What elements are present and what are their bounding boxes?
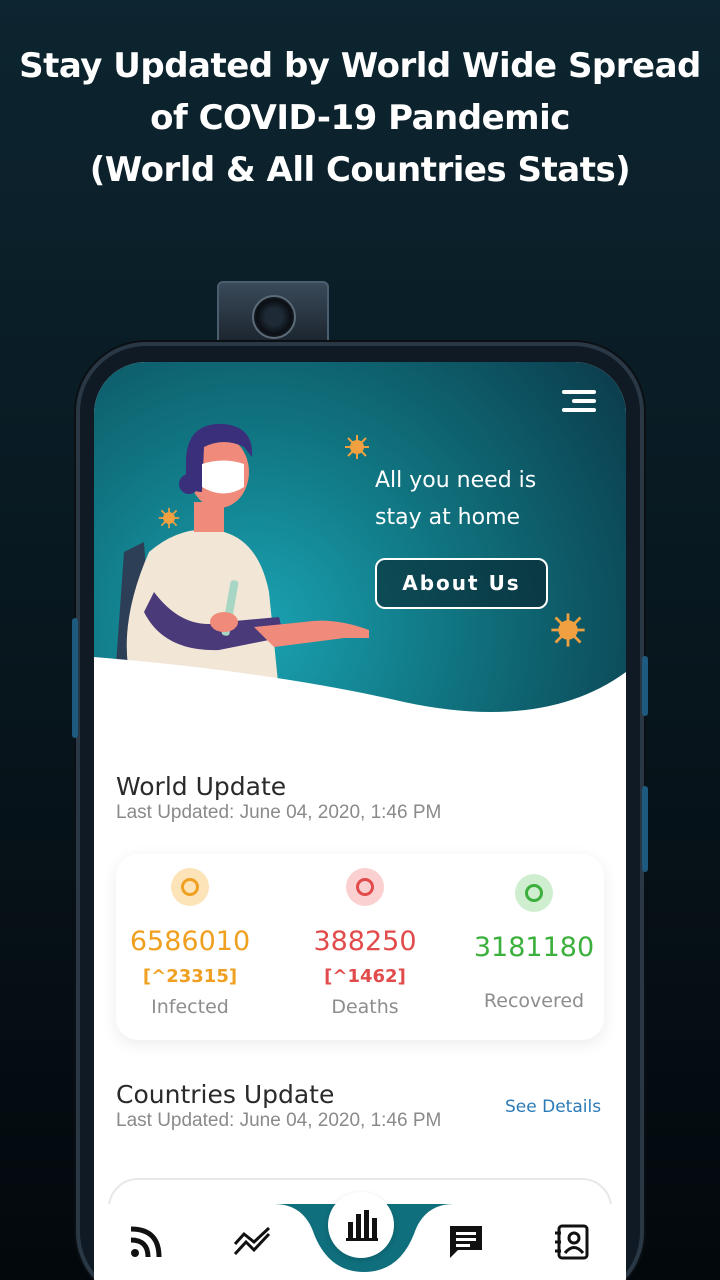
countries-update-title: Countries Update bbox=[116, 1080, 335, 1109]
hamburger-menu-icon[interactable] bbox=[562, 390, 596, 412]
world-last-updated: Last Updated: June 04, 2020, 1:46 PM bbox=[116, 802, 442, 823]
world-update-title: World Update bbox=[116, 772, 287, 801]
deaths-label: Deaths bbox=[331, 996, 399, 1018]
phone-side-button-right-2 bbox=[642, 786, 648, 872]
camera-lens bbox=[252, 295, 296, 339]
hero-tagline: All you need is stay at home bbox=[375, 462, 595, 536]
headline-line-1: Stay Updated by World Wide Spread bbox=[19, 46, 701, 86]
bar-chart-icon bbox=[346, 1210, 378, 1241]
rss-icon[interactable] bbox=[126, 1222, 166, 1262]
promo-headline: Stay Updated by World Wide Spread of COV… bbox=[0, 40, 720, 196]
popup-camera bbox=[217, 281, 329, 347]
chat-icon[interactable] bbox=[446, 1222, 486, 1262]
deaths-delta: [^1462] bbox=[324, 966, 406, 987]
see-details-link[interactable]: See Details bbox=[505, 1097, 601, 1117]
infected-indicator-icon bbox=[171, 868, 209, 906]
infected-delta: [^23315] bbox=[142, 966, 238, 987]
tagline-line-1: All you need is bbox=[375, 468, 537, 493]
app-screen: All you need is stay at home About Us Wo… bbox=[94, 362, 626, 1280]
about-us-button[interactable]: About Us bbox=[375, 558, 548, 609]
phone-side-button-left bbox=[72, 618, 78, 738]
recovered-label: Recovered bbox=[483, 990, 585, 1012]
contact-book-icon[interactable] bbox=[552, 1222, 592, 1262]
infected-count: 6586010 bbox=[129, 926, 251, 957]
deaths-count: 388250 bbox=[313, 926, 417, 957]
recovered-indicator-icon bbox=[515, 874, 553, 912]
tagline-line-2: stay at home bbox=[375, 505, 521, 530]
headline-line-2: of COVID-19 Pandemic bbox=[150, 98, 570, 138]
deaths-indicator-icon bbox=[346, 868, 384, 906]
virus-icon bbox=[345, 435, 369, 459]
headline-line-3: (World & All Countries Stats) bbox=[89, 150, 631, 190]
recovered-count: 3181180 bbox=[473, 932, 595, 963]
hero-wave-divider bbox=[94, 657, 626, 752]
virus-icon bbox=[158, 507, 180, 529]
bar-chart-nav-button[interactable] bbox=[328, 1192, 394, 1258]
countries-last-updated: Last Updated: June 04, 2020, 1:46 PM bbox=[116, 1110, 442, 1131]
phone-side-button-right-1 bbox=[642, 656, 648, 716]
trend-icon[interactable] bbox=[232, 1222, 272, 1262]
infected-label: Infected bbox=[151, 996, 229, 1018]
bottom-navigation bbox=[94, 1192, 626, 1280]
world-stats-card: 6586010 [^23315] Infected 388250 [^1462]… bbox=[116, 854, 604, 1040]
hero-banner: All you need is stay at home About Us bbox=[94, 362, 626, 752]
